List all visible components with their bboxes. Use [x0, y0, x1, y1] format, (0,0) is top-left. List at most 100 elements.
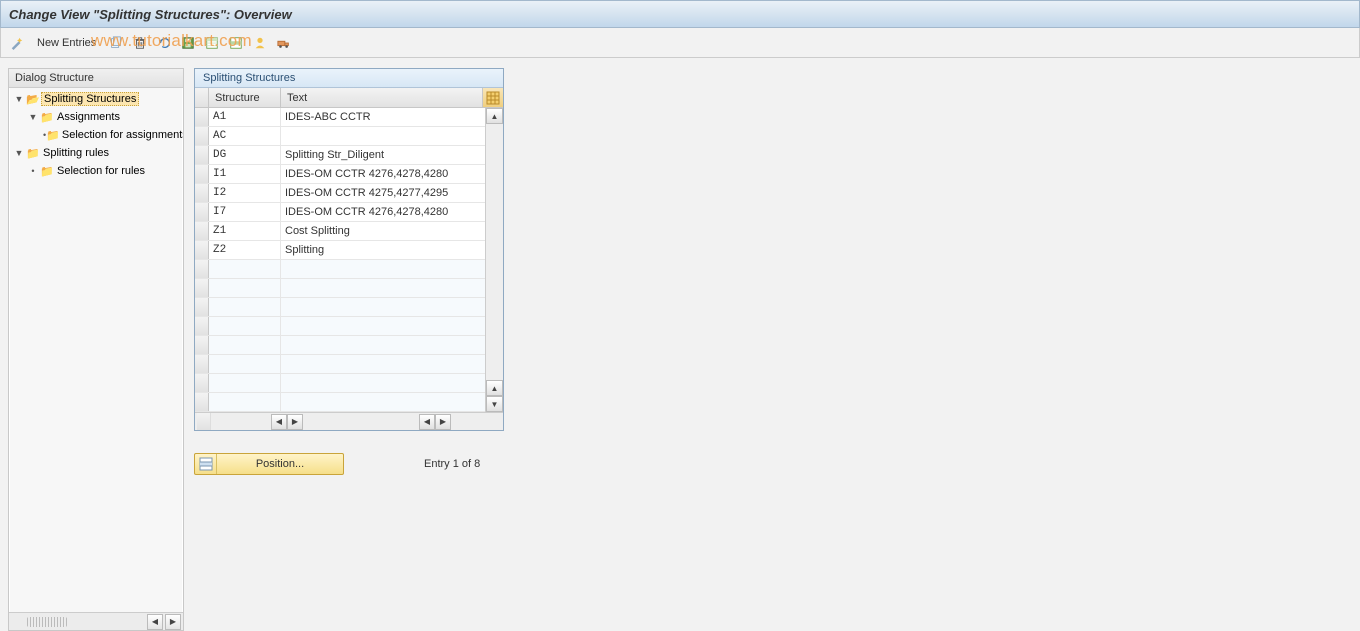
scroll-left-button[interactable]: ◀	[147, 614, 163, 630]
table-row[interactable]	[195, 393, 485, 412]
table-configure-icon[interactable]	[483, 88, 503, 107]
cell-text[interactable]: Cost Splitting	[281, 222, 485, 240]
cell-text[interactable]	[281, 336, 485, 354]
scroll-track[interactable]	[486, 124, 503, 380]
save-icon[interactable]	[178, 33, 198, 53]
cell-structure[interactable]	[209, 336, 281, 354]
new-entries-button[interactable]: New Entries	[31, 33, 102, 53]
cell-text[interactable]	[281, 279, 485, 297]
cell-text[interactable]: IDES-OM CCTR 4275,4277,4295	[281, 184, 485, 202]
cell-text[interactable]	[281, 355, 485, 373]
scroll-right-button[interactable]: ▶	[287, 414, 303, 430]
table-row[interactable]	[195, 317, 485, 336]
cell-text[interactable]: Splitting Str_Diligent	[281, 146, 485, 164]
table-row[interactable]	[195, 355, 485, 374]
delete-icon[interactable]	[130, 33, 150, 53]
expander-icon[interactable]: ▼	[13, 148, 25, 158]
cell-text[interactable]: IDES-OM CCTR 4276,4278,4280	[281, 203, 485, 221]
row-selector[interactable]	[195, 203, 209, 221]
select-all-icon[interactable]	[202, 33, 222, 53]
cell-structure[interactable]: I7	[209, 203, 281, 221]
cell-text[interactable]	[281, 317, 485, 335]
cell-text[interactable]	[281, 260, 485, 278]
row-selector[interactable]	[195, 260, 209, 278]
resize-handle[interactable]	[27, 617, 67, 627]
row-selector[interactable]	[195, 279, 209, 297]
table-row[interactable]	[195, 260, 485, 279]
cell-structure[interactable]: I1	[209, 165, 281, 183]
table-row[interactable]	[195, 336, 485, 355]
cell-structure[interactable]: Z1	[209, 222, 281, 240]
dialog-panel-scrollbar[interactable]: ◀ ▶	[9, 612, 183, 630]
scroll-down-button[interactable]: ▼	[486, 396, 503, 412]
cell-text[interactable]	[281, 298, 485, 316]
horizontal-scrollbar[interactable]: ◀ ▶ ◀ ▶	[195, 412, 503, 430]
table-row[interactable]: A1IDES-ABC CCTR	[195, 108, 485, 127]
scroll-right-end-button[interactable]: ▶	[435, 414, 451, 430]
column-header-text[interactable]: Text	[281, 88, 483, 107]
row-selector[interactable]	[195, 298, 209, 316]
position-button[interactable]: Position...	[194, 453, 344, 475]
row-selector[interactable]	[195, 184, 209, 202]
cell-structure[interactable]: DG	[209, 146, 281, 164]
row-selector[interactable]	[195, 241, 209, 259]
cell-structure[interactable]	[209, 374, 281, 392]
row-selector[interactable]	[195, 127, 209, 145]
row-selector[interactable]	[195, 108, 209, 126]
cell-structure[interactable]: A1	[209, 108, 281, 126]
cell-structure[interactable]	[209, 393, 281, 411]
cell-structure[interactable]: I2	[209, 184, 281, 202]
cell-structure[interactable]: AC	[209, 127, 281, 145]
worklist-icon[interactable]	[250, 33, 270, 53]
table-row[interactable]: I2IDES-OM CCTR 4275,4277,4295	[195, 184, 485, 203]
vertical-scrollbar[interactable]: ▲ ▲ ▼	[485, 108, 503, 412]
row-selector[interactable]	[195, 393, 209, 411]
tree-node-selection-for-assignments[interactable]: • Selection for assignments	[9, 126, 183, 144]
row-selector[interactable]	[195, 355, 209, 373]
cell-text[interactable]	[281, 127, 485, 145]
tree-node-splitting-rules[interactable]: ▼ Splitting rules	[9, 144, 183, 162]
row-selector[interactable]	[195, 222, 209, 240]
scroll-left-end-button[interactable]: ◀	[419, 414, 435, 430]
cell-text[interactable]: Splitting	[281, 241, 485, 259]
table-row[interactable]	[195, 279, 485, 298]
cell-text[interactable]	[281, 393, 485, 411]
tree-node-selection-for-rules[interactable]: • Selection for rules	[9, 162, 183, 180]
cell-text[interactable]: IDES-OM CCTR 4276,4278,4280	[281, 165, 485, 183]
scroll-right-button[interactable]: ▶	[165, 614, 181, 630]
row-selector[interactable]	[195, 374, 209, 392]
expander-icon[interactable]: ▼	[27, 112, 39, 122]
cell-structure[interactable]: Z2	[209, 241, 281, 259]
table-row[interactable]: DGSplitting Str_Diligent	[195, 146, 485, 165]
wand-icon[interactable]	[7, 33, 27, 53]
table-row[interactable]	[195, 298, 485, 317]
cell-structure[interactable]	[209, 317, 281, 335]
table-row[interactable]: Z1Cost Splitting	[195, 222, 485, 241]
cell-structure[interactable]	[209, 260, 281, 278]
undo-icon[interactable]	[154, 33, 174, 53]
cell-text[interactable]: IDES-ABC CCTR	[281, 108, 485, 126]
scroll-left-button[interactable]: ◀	[271, 414, 287, 430]
table-row[interactable]: I1IDES-OM CCTR 4276,4278,4280	[195, 165, 485, 184]
copy-icon[interactable]	[106, 33, 126, 53]
row-selector[interactable]	[195, 317, 209, 335]
cell-structure[interactable]	[209, 298, 281, 316]
table-row[interactable]: AC	[195, 127, 485, 146]
column-header-structure[interactable]: Structure	[209, 88, 281, 107]
cell-structure[interactable]	[209, 355, 281, 373]
transport-icon[interactable]	[274, 33, 294, 53]
table-row[interactable]: Z2Splitting	[195, 241, 485, 260]
scroll-up-small-button[interactable]: ▲	[486, 380, 503, 396]
cell-structure[interactable]	[209, 279, 281, 297]
row-selector[interactable]	[195, 146, 209, 164]
scroll-up-button[interactable]: ▲	[486, 108, 503, 124]
row-selector[interactable]	[195, 165, 209, 183]
row-selector-header[interactable]	[195, 88, 209, 107]
expander-icon[interactable]: ▼	[13, 94, 25, 104]
table-row[interactable]	[195, 374, 485, 393]
select-block-icon[interactable]	[226, 33, 246, 53]
table-row[interactable]: I7IDES-OM CCTR 4276,4278,4280	[195, 203, 485, 222]
row-selector[interactable]	[195, 336, 209, 354]
cell-text[interactable]	[281, 374, 485, 392]
tree-node-splitting-structures[interactable]: ▼ Splitting Structures	[9, 90, 183, 108]
